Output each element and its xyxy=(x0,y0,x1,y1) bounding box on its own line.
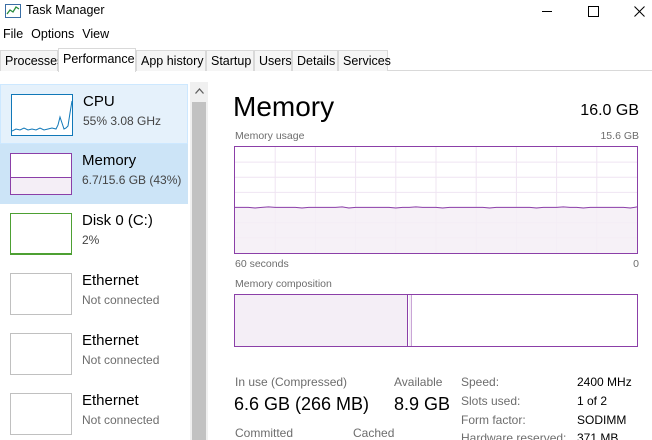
close-button[interactable] xyxy=(616,0,652,22)
task-manager-icon xyxy=(5,4,21,18)
available-label: Available xyxy=(394,375,443,389)
spec-form-factor-label: Form factor: xyxy=(461,413,526,427)
sidebar-item-ethernet-2[interactable]: Ethernet Not connected xyxy=(0,324,188,384)
tab-app-history[interactable]: App history xyxy=(136,50,206,71)
menu-file[interactable]: File xyxy=(0,27,27,45)
window-title: Task Manager xyxy=(26,3,105,17)
spec-hw-reserved-label: Hardware reserved: xyxy=(461,431,567,440)
spec-slots-label: Slots used: xyxy=(461,394,521,408)
memory-usage-graph xyxy=(235,147,638,253)
ethernet-mini-graph xyxy=(10,333,72,375)
memory-total: 16.0 GB xyxy=(580,102,639,119)
minimize-button[interactable] xyxy=(524,0,570,22)
committed-label: Committed xyxy=(235,426,294,440)
maximize-button[interactable] xyxy=(570,0,616,22)
in-use-label: In use (Compressed) xyxy=(235,375,348,389)
menu-view[interactable]: View xyxy=(78,27,113,45)
sidebar-item-disk[interactable]: Disk 0 (C:) 2% xyxy=(0,204,188,264)
sidebar-memory-title: Memory xyxy=(82,152,137,169)
sidebar-disk-title: Disk 0 (C:) xyxy=(82,212,153,229)
sidebar-ethernet-subtitle: Not connected xyxy=(82,293,160,307)
cpu-mini-graph-line xyxy=(11,100,73,132)
available-value: 8.9 GB xyxy=(394,394,451,414)
scroll-thumb[interactable] xyxy=(192,102,206,440)
sidebar-cpu-title: CPU xyxy=(83,93,115,110)
sidebar-ethernet-title: Ethernet xyxy=(82,392,139,409)
cpu-mini-graph xyxy=(11,94,73,136)
chevron-up-icon xyxy=(194,88,204,94)
spec-slots-value: 1 of 2 xyxy=(577,394,608,408)
sidebar-item-cpu[interactable]: CPU 55% 3.08 GHz xyxy=(0,84,188,144)
memory-usage-label: Memory usage xyxy=(235,130,305,142)
page-title: Memory xyxy=(233,91,335,122)
minimize-icon xyxy=(542,11,552,12)
usage-area xyxy=(235,206,637,253)
resource-sidebar: CPU 55% 3.08 GHz Memory 6.7/15.6 GB (43%… xyxy=(0,72,190,440)
tab-performance[interactable]: Performance xyxy=(58,48,136,72)
sidebar-ethernet-title: Ethernet xyxy=(82,332,139,349)
sidebar-cpu-subtitle: 55% 3.08 GHz xyxy=(83,114,162,128)
memory-mini-graph-fill xyxy=(11,176,71,194)
menu-bar: File Options View xyxy=(0,27,113,45)
sidebar-ethernet-subtitle: Not connected xyxy=(82,353,160,367)
sidebar-item-ethernet-1[interactable]: Ethernet Not connected xyxy=(0,264,188,324)
sidebar-item-memory[interactable]: Memory 6.7/15.6 GB (43%) xyxy=(0,144,188,204)
spec-speed-label: Speed: xyxy=(461,375,500,389)
in-use-value: 6.6 GB (266 MB) xyxy=(234,394,370,414)
sidebar-item-ethernet-3[interactable]: Ethernet Not connected xyxy=(0,384,188,440)
tab-processes[interactable]: Processes xyxy=(0,50,63,71)
disk-mini-graph-line xyxy=(11,253,71,254)
tab-users[interactable]: Users xyxy=(254,50,292,71)
ethernet-mini-graph xyxy=(10,393,72,435)
ethernet-mini-graph xyxy=(10,273,72,315)
close-icon xyxy=(633,5,645,17)
sidebar-ethernet-title: Ethernet xyxy=(82,272,139,289)
memory-composition-chart xyxy=(234,294,638,347)
tab-details[interactable]: Details xyxy=(292,50,338,71)
tab-bar: Processes Performance App history Startu… xyxy=(0,48,652,72)
sidebar-scrollbar[interactable] xyxy=(190,82,208,440)
time-span-label: 60 seconds xyxy=(235,258,289,270)
tab-services[interactable]: Services xyxy=(338,50,391,71)
usage-line xyxy=(235,206,638,209)
sidebar-memory-subtitle: 6.7/15.6 GB (43%) xyxy=(82,173,182,187)
memory-composition-label: Memory composition xyxy=(235,278,332,290)
memory-usage-max: 15.6 GB xyxy=(600,130,639,142)
memory-mini-graph xyxy=(10,153,72,195)
spec-hw-reserved-value: 371 MB xyxy=(577,431,619,440)
scroll-up-button[interactable] xyxy=(190,82,208,100)
spec-form-factor-value: SODIMM xyxy=(577,413,627,427)
time-end-label: 0 xyxy=(633,258,639,270)
cached-label: Cached xyxy=(353,426,395,440)
memory-usage-chart xyxy=(234,146,638,254)
title-bar: Task Manager xyxy=(0,0,652,22)
composition-modified-segment xyxy=(409,295,412,346)
maximize-icon xyxy=(587,5,599,17)
memory-panel: Memory 16.0 GB Memory usage 15.6 GB 60 s… xyxy=(212,72,652,440)
composition-in-use-segment xyxy=(235,295,408,346)
menu-options[interactable]: Options xyxy=(27,27,78,45)
disk-mini-graph xyxy=(10,213,72,255)
sidebar-ethernet-subtitle: Not connected xyxy=(82,413,160,427)
spec-speed-value: 2400 MHz xyxy=(577,375,632,389)
sidebar-disk-subtitle: 2% xyxy=(82,233,100,247)
tab-startup[interactable]: Startup xyxy=(206,50,254,71)
